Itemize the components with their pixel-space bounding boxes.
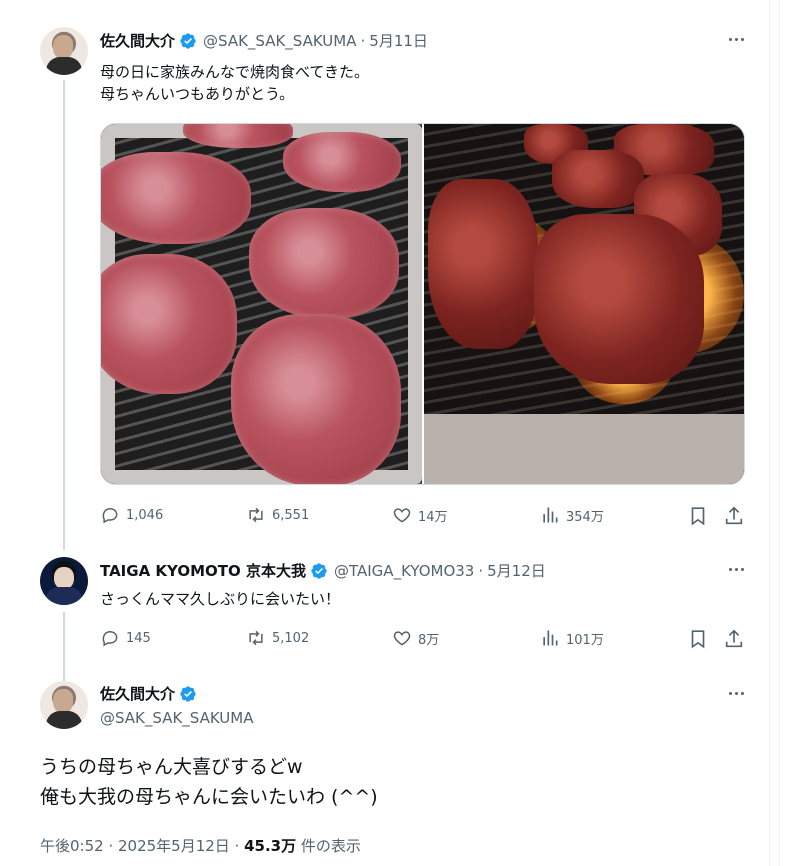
tweet-header: TAIGA KYOMOTO 京本大我 @TAIGA_KYOMO33 · 5月12… — [100, 560, 546, 581]
thread-line — [63, 612, 65, 682]
bookmark-icon — [691, 630, 705, 649]
share-icon — [725, 506, 743, 525]
reply-button[interactable]: 1,046 — [100, 505, 163, 525]
tweet-text: さっくんママ久しぶりに会いたい！ — [100, 590, 341, 608]
repost-button[interactable]: 5,102 — [246, 628, 309, 648]
author-handle[interactable]: @SAK_SAK_SAKUMA — [100, 709, 253, 727]
tweet-actions: 1,046 6,551 14万 354万 — [100, 505, 745, 529]
author-name[interactable]: 佐久間大介 — [100, 30, 175, 51]
bookmark-button[interactable] — [687, 505, 709, 527]
tweet-header: 佐久間大介 @SAK_SAK_SAKUMA · 5月11日 — [100, 30, 428, 51]
avatar[interactable] — [40, 557, 88, 605]
more-icon[interactable] — [726, 29, 746, 49]
scrollbar-track[interactable] — [779, 0, 798, 866]
photo-grilled-meat[interactable] — [424, 124, 744, 484]
like-count: 14万 — [418, 509, 448, 525]
repost-count: 6,551 — [272, 507, 310, 523]
bookmark-icon — [691, 507, 705, 526]
like-button[interactable]: 8万 — [392, 628, 439, 648]
bookmark-button[interactable] — [687, 628, 709, 650]
share-icon — [725, 629, 743, 648]
views-button[interactable]: 354万 — [540, 505, 604, 525]
reply-icon — [102, 507, 118, 524]
thread-line — [63, 80, 65, 550]
more-icon[interactable] — [726, 559, 746, 579]
repost-count: 5,102 — [272, 630, 310, 646]
author-name[interactable]: TAIGA KYOMOTO 京本大我 — [100, 560, 306, 581]
reply-icon — [102, 630, 118, 647]
tweet-meta: 午後0:52 · 2025年5月12日 · 45.3万 件の表示 — [40, 835, 361, 856]
author-name[interactable]: 佐久間大介 — [100, 683, 175, 704]
separator: · — [360, 31, 366, 50]
timeline-column: 佐久間大介 @SAK_SAK_SAKUMA · 5月11日 母の日に家族みんなで… — [0, 0, 770, 866]
tweet-date[interactable]: 5月11日 — [369, 30, 428, 51]
share-button[interactable] — [723, 505, 745, 527]
verified-badge-icon — [180, 32, 196, 49]
repost-icon — [249, 630, 263, 646]
photo-raw-meat[interactable] — [101, 124, 422, 484]
tweet-timestamp[interactable]: 午後0:52 · 2025年5月12日 · — [40, 837, 244, 855]
share-button[interactable] — [723, 628, 745, 650]
separator: · — [478, 561, 484, 580]
tweet-media[interactable] — [100, 123, 745, 485]
views-button[interactable]: 101万 — [540, 628, 604, 648]
like-button[interactable]: 14万 — [392, 505, 448, 525]
more-icon[interactable] — [726, 683, 746, 703]
verified-badge-icon — [311, 562, 327, 579]
repost-button[interactable]: 6,551 — [246, 505, 309, 525]
views-label: 件の表示 — [296, 837, 361, 855]
tweet-header: 佐久間大介 — [100, 683, 203, 704]
views-icon — [543, 507, 558, 523]
like-icon — [393, 631, 411, 646]
reply-button[interactable]: 145 — [100, 628, 151, 648]
repost-icon — [249, 507, 263, 523]
views-icon — [543, 630, 558, 646]
like-icon — [393, 508, 411, 523]
verified-badge-icon — [180, 685, 196, 702]
views-count: 101万 — [566, 632, 604, 648]
reply-count: 145 — [126, 630, 151, 646]
reply-count: 1,046 — [126, 507, 164, 523]
tweet-actions: 145 5,102 8万 101万 — [100, 628, 745, 652]
avatar[interactable] — [40, 681, 88, 729]
views-count: 354万 — [566, 509, 604, 525]
author-handle[interactable]: @TAIGA_KYOMO33 — [334, 562, 474, 580]
avatar[interactable] — [40, 27, 88, 75]
author-handle[interactable]: @SAK_SAK_SAKUMA — [203, 32, 356, 50]
tweet-text: うちの母ちゃん大喜びするどw 俺も大我の母ちゃんに会いたいわ (^^) — [40, 756, 378, 808]
views-total: 45.3万 — [244, 837, 297, 855]
tweet-date[interactable]: 5月12日 — [487, 560, 546, 581]
tweet-text: 母の日に家族みんなで焼肉食べてきた。 母ちゃんいつもありがとう。 — [100, 63, 369, 103]
like-count: 8万 — [418, 632, 440, 648]
